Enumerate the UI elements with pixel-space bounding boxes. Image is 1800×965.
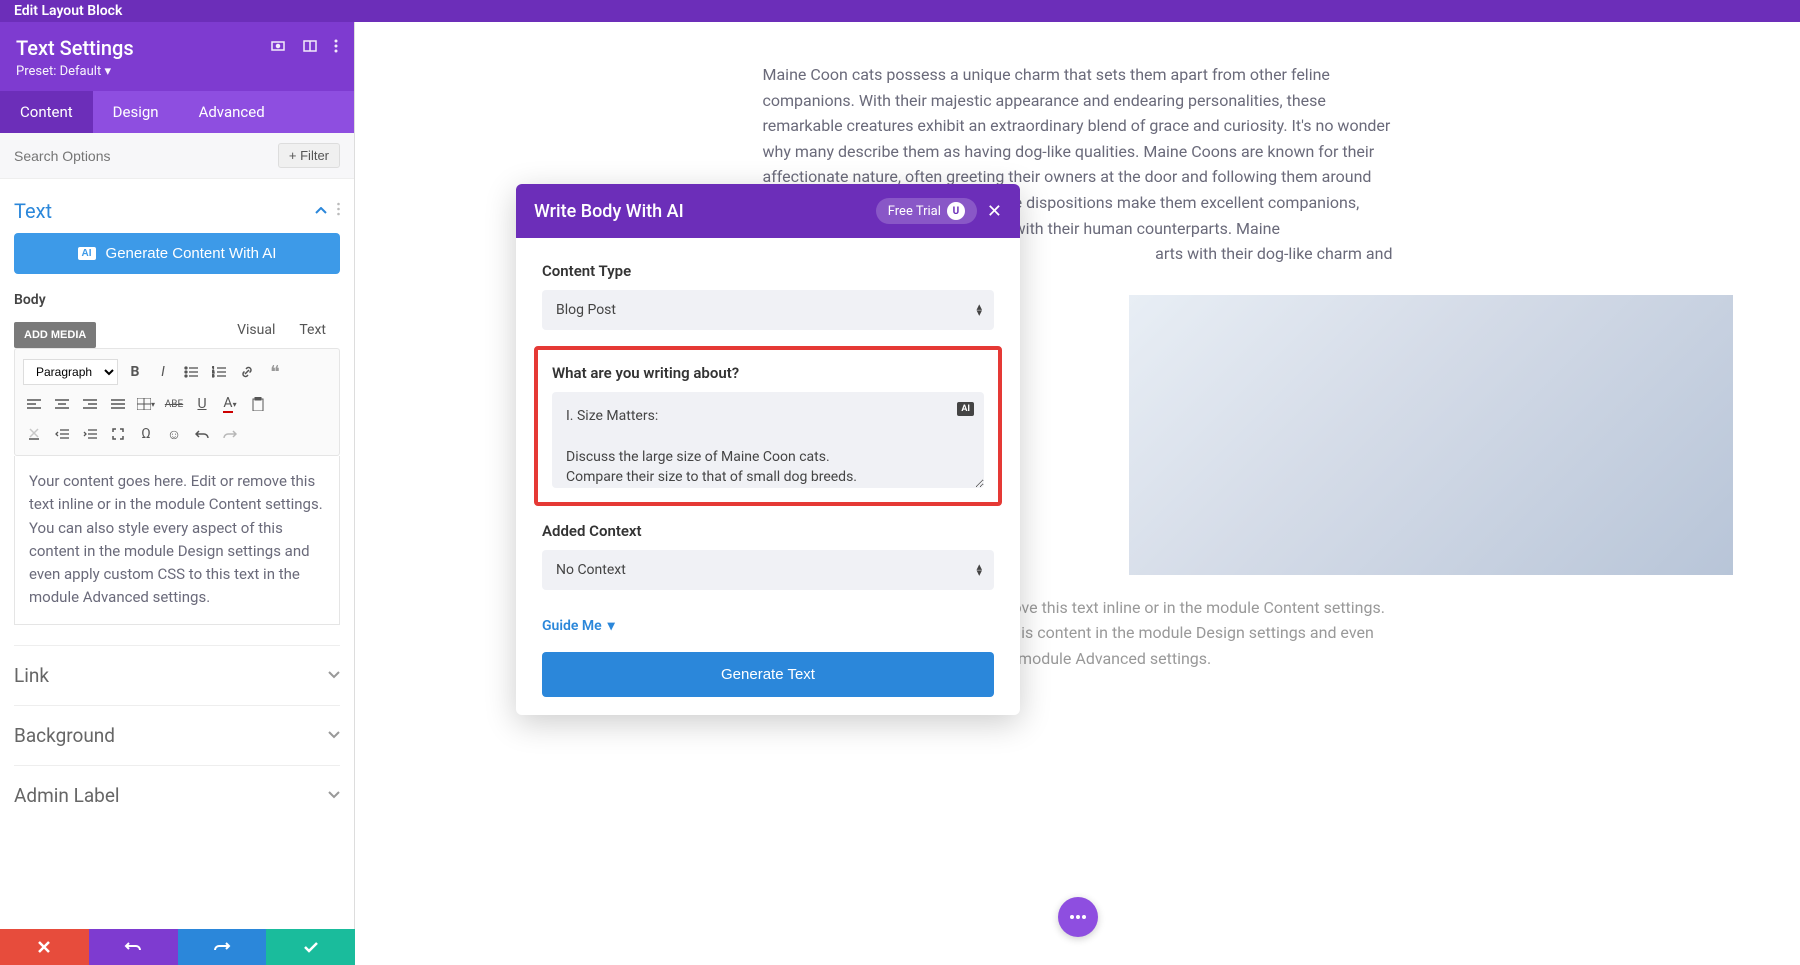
ai-modal: Write Body With AI Free Trial U ✕ Conten… — [516, 184, 1020, 715]
options-scroll[interactable]: Text AI Generate Content With AI Body AD… — [0, 179, 354, 965]
tab-content[interactable]: Content — [0, 91, 93, 133]
align-right-icon[interactable] — [79, 393, 101, 415]
align-left-icon[interactable] — [23, 393, 45, 415]
fab-button[interactable] — [1058, 897, 1098, 937]
prompt-label: What are you writing about? — [552, 364, 984, 382]
body-paragraph-cont: arts with their dog-like charm and — [1123, 241, 1393, 267]
outdent-icon[interactable] — [51, 423, 73, 445]
paste-icon[interactable] — [247, 393, 269, 415]
settings-tabs: Content Design Advanced — [0, 91, 354, 133]
context-select[interactable]: No Context — [542, 550, 994, 590]
settings-sidebar: Text Settings Preset: Default ▾ Content … — [0, 22, 355, 965]
expand-icon[interactable] — [270, 38, 286, 58]
strike-icon[interactable]: ABE — [163, 393, 185, 415]
undo-icon[interactable] — [191, 423, 213, 445]
filter-button[interactable]: + Filter — [278, 143, 340, 168]
content-image — [1129, 295, 1733, 575]
close-icon[interactable]: ✕ — [987, 201, 1002, 222]
ol-icon[interactable]: 123 — [208, 361, 230, 383]
guide-me-link[interactable]: Guide Me ▾ — [542, 618, 615, 634]
chevron-down-icon: ▾ — [104, 64, 111, 79]
generate-ai-button[interactable]: AI Generate Content With AI — [14, 233, 340, 274]
collapse-icon[interactable] — [315, 203, 327, 219]
editor-content[interactable]: Your content goes here. Edit or remove t… — [14, 456, 340, 625]
link-icon[interactable] — [236, 361, 258, 383]
context-label: Added Context — [542, 522, 994, 540]
fullscreen-icon[interactable] — [107, 423, 129, 445]
redo-button[interactable] — [178, 929, 267, 965]
underline-icon[interactable]: U — [191, 393, 213, 415]
chevron-down-icon — [328, 787, 340, 803]
save-button[interactable] — [266, 929, 355, 965]
bold-icon[interactable]: B — [124, 361, 146, 383]
settings-header: Text Settings Preset: Default ▾ — [0, 22, 354, 91]
modal-header: Write Body With AI Free Trial U ✕ — [516, 184, 1020, 238]
avatar-icon: U — [947, 202, 965, 220]
align-justify-icon[interactable] — [107, 393, 129, 415]
emoji-icon[interactable]: ☺ — [163, 423, 185, 445]
special-char-icon[interactable]: Ω — [135, 423, 157, 445]
section-header-text[interactable]: Text — [14, 193, 340, 233]
free-trial-badge[interactable]: Free Trial U — [876, 198, 977, 224]
modal-title: Write Body With AI — [534, 201, 684, 222]
format-select[interactable]: Paragraph — [23, 359, 118, 385]
textcolor-icon[interactable]: A ▾ — [219, 393, 241, 415]
bottom-action-bar — [0, 929, 355, 965]
settings-title: Text Settings — [16, 36, 134, 60]
editor-tab-text[interactable]: Text — [299, 322, 326, 338]
chevron-down-icon: ▾ — [608, 618, 615, 634]
chevron-down-icon — [328, 667, 340, 683]
svg-text:3: 3 — [212, 373, 214, 378]
content-type-select[interactable]: Blog Post — [542, 290, 994, 330]
tab-advanced[interactable]: Advanced — [179, 91, 285, 133]
chevron-down-icon — [328, 727, 340, 743]
content-type-label: Content Type — [542, 262, 994, 280]
select-arrows-icon: ▴▾ — [976, 564, 982, 576]
search-row: + Filter — [0, 133, 354, 179]
generate-text-button[interactable]: Generate Text — [542, 652, 994, 697]
indent-icon[interactable] — [79, 423, 101, 445]
select-arrows-icon: ▴▾ — [976, 304, 982, 316]
editor-tab-visual[interactable]: Visual — [237, 322, 275, 338]
preset-selector[interactable]: Preset: Default ▾ — [16, 64, 338, 79]
accordion-background[interactable]: Background — [14, 705, 340, 765]
quote-icon[interactable]: ❝ — [264, 361, 286, 383]
more-icon[interactable] — [334, 38, 338, 58]
editor-toolbar: Paragraph B I 123 ❝ ▾ A — [14, 348, 340, 456]
ai-icon: AI — [78, 247, 96, 260]
columns-icon[interactable] — [302, 38, 318, 58]
align-center-icon[interactable] — [51, 393, 73, 415]
accordion-link[interactable]: Link — [14, 645, 340, 705]
prompt-highlight: What are you writing about? AI — [534, 346, 1002, 506]
table-icon[interactable]: ▾ — [135, 393, 157, 415]
ai-badge-icon[interactable]: AI — [957, 402, 974, 416]
section-title: Text — [14, 199, 52, 223]
prompt-textarea[interactable] — [552, 392, 984, 488]
ul-icon[interactable] — [180, 361, 202, 383]
search-input[interactable] — [14, 148, 278, 164]
redo-icon[interactable] — [219, 423, 241, 445]
undo-button[interactable] — [89, 929, 178, 965]
clear-icon[interactable] — [23, 423, 45, 445]
italic-icon[interactable]: I — [152, 361, 174, 383]
section-more-icon[interactable] — [337, 202, 340, 220]
cancel-button[interactable] — [0, 929, 89, 965]
top-bar: Edit Layout Block — [0, 0, 1800, 22]
tab-design[interactable]: Design — [93, 91, 179, 133]
accordion-admin-label[interactable]: Admin Label — [14, 765, 340, 825]
add-media-button[interactable]: ADD MEDIA — [14, 322, 96, 348]
body-label: Body — [14, 292, 340, 308]
top-bar-title: Edit Layout Block — [14, 3, 122, 19]
